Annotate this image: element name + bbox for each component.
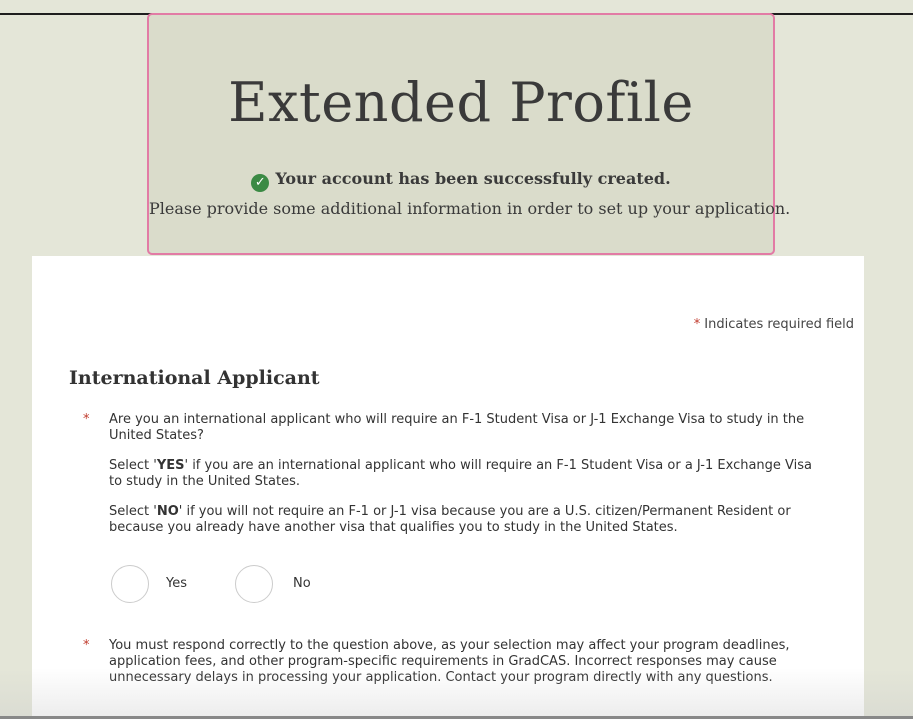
note-text: You must respond correctly to the questi…: [109, 638, 790, 685]
page-title: Extended Profile: [228, 71, 694, 134]
check-circle-icon: ✓: [251, 174, 270, 192]
instructions-text: Please provide some additional informati…: [149, 199, 791, 218]
profile-header: Extended Profile ✓ Your account has been …: [147, 13, 791, 255]
required-marker: *: [83, 638, 90, 653]
no-help-prefix: Select ': [109, 504, 157, 519]
required-note-text: Indicates required field: [704, 317, 854, 332]
yes-help-suffix: ' if you are an international applicant …: [109, 458, 813, 489]
success-text: Your account has been successfully creat…: [275, 169, 671, 188]
no-keyword: NO: [156, 504, 179, 519]
required-field-note: * Indicates required field: [694, 317, 854, 332]
yes-keyword: YES: [156, 458, 185, 473]
required-marker: *: [693, 317, 701, 332]
no-radio-label[interactable]: No: [293, 576, 311, 591]
yes-radio[interactable]: [111, 565, 149, 603]
important-note: * You must respond correctly to the ques…: [83, 638, 855, 686]
no-radio[interactable]: [235, 565, 273, 603]
question-text: Are you an international applicant who w…: [109, 412, 805, 443]
yes-help-prefix: Select ': [109, 458, 157, 473]
yes-radio-label[interactable]: Yes: [166, 576, 187, 591]
yes-help-text: Select 'YES' if you are an international…: [109, 458, 825, 490]
no-help-text: Select 'NO' if you will not require an F…: [109, 504, 825, 536]
section-title: International Applicant: [69, 367, 320, 389]
question-block: * Are you an international applicant who…: [83, 412, 825, 536]
required-marker: *: [83, 412, 90, 427]
no-help-suffix: ' if you will not require an F-1 or J-1 …: [109, 504, 791, 535]
success-message: ✓ Your account has been successfully crea…: [149, 169, 773, 192]
form-card: * Indicates required field International …: [32, 256, 864, 719]
